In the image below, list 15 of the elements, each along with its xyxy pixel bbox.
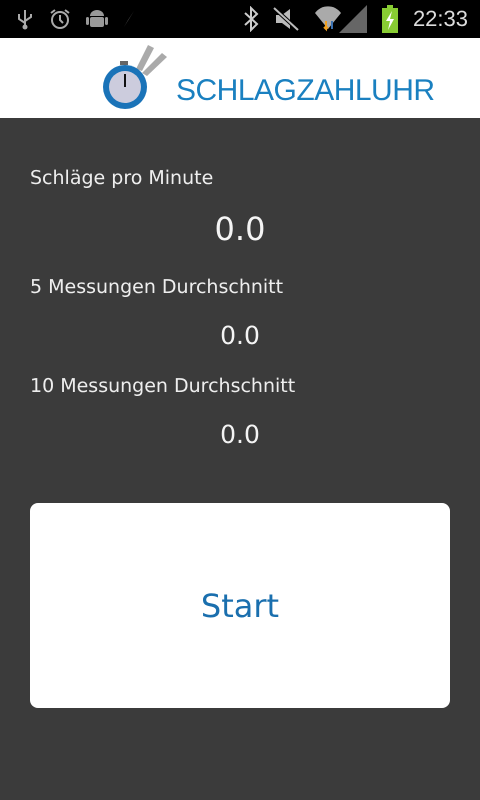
reading-label: 10 Messungen Durchschnitt xyxy=(30,374,296,398)
bluetooth-icon xyxy=(242,6,259,32)
app-logo-text: SCHLAGZAHLUHR xyxy=(176,74,435,108)
reading-value: 0.0 xyxy=(219,321,261,350)
reading-label: Schläge pro Minute xyxy=(30,166,214,190)
battery-icon xyxy=(380,5,399,33)
reading-value: 0.0 xyxy=(214,210,266,248)
wifi-signal-icon xyxy=(312,5,367,33)
usb-icon xyxy=(16,8,34,30)
reading-label: 5 Messungen Durchschnitt xyxy=(30,275,284,299)
clock-time: 22:33 xyxy=(412,6,468,32)
alarm-clock-icon xyxy=(48,7,72,31)
reading-value: 0.0 xyxy=(219,420,261,449)
start-button[interactable]: Start xyxy=(30,503,450,708)
mute-icon xyxy=(272,7,299,31)
